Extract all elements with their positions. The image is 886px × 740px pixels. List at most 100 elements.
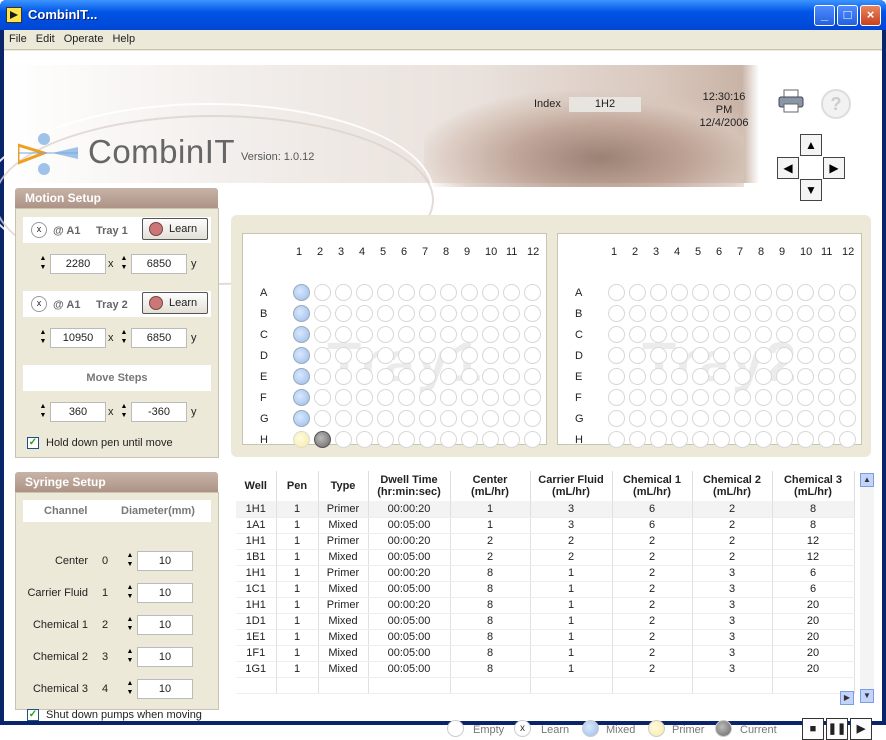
stop-button[interactable]: ■ bbox=[802, 718, 824, 740]
table-row[interactable]: 1H1 1 Primer 00:00:20 8 1 2 3 20 bbox=[236, 597, 855, 614]
syringe-diameter-field[interactable]: 10 bbox=[137, 551, 193, 571]
table-row[interactable]: 1H1 1 Primer 00:00:20 2 2 2 2 12 bbox=[236, 533, 855, 550]
tray1-well-A11[interactable] bbox=[503, 284, 520, 301]
tray1-well-G8[interactable] bbox=[440, 410, 457, 427]
play-button[interactable]: ▶ bbox=[850, 718, 872, 740]
tray2-well-B4[interactable] bbox=[671, 305, 688, 322]
tray1-learn-button[interactable]: Learn bbox=[142, 218, 208, 240]
tray2-well-H6[interactable] bbox=[713, 431, 730, 448]
tray2-well-E1[interactable] bbox=[608, 368, 625, 385]
syringe-diameter-field[interactable]: 10 bbox=[137, 583, 193, 603]
tray2-well-F7[interactable] bbox=[734, 389, 751, 406]
tray1-well-G4[interactable] bbox=[356, 410, 373, 427]
table-scrollbar[interactable]: ▲ ▼ bbox=[860, 473, 874, 703]
tray2-well-H4[interactable] bbox=[671, 431, 688, 448]
tray2-well-D6[interactable] bbox=[713, 347, 730, 364]
tray1-well-F6[interactable] bbox=[398, 389, 415, 406]
tray2-well-C12[interactable] bbox=[839, 326, 856, 343]
tray1-well-E10[interactable] bbox=[482, 368, 499, 385]
tray1-well-E8[interactable] bbox=[440, 368, 457, 385]
tray1-well-C9[interactable] bbox=[461, 326, 478, 343]
tray1-well-F11[interactable] bbox=[503, 389, 520, 406]
tray1-well-H4[interactable] bbox=[356, 431, 373, 448]
syringe-diameter-spinner[interactable]: ▲ ▼ bbox=[125, 551, 135, 571]
tray2-well-E3[interactable] bbox=[650, 368, 667, 385]
tray1-x-field[interactable]: 2280 bbox=[50, 254, 106, 274]
scroll-right-button[interactable]: ▶ bbox=[840, 691, 854, 705]
shutdown-pumps-checkbox[interactable]: ✓ bbox=[27, 709, 39, 721]
tray2-well-C2[interactable] bbox=[629, 326, 646, 343]
tray1-well-G10[interactable] bbox=[482, 410, 499, 427]
tray1-well-E2[interactable] bbox=[314, 368, 331, 385]
tray2-well-A3[interactable] bbox=[650, 284, 667, 301]
tray1-well-F8[interactable] bbox=[440, 389, 457, 406]
tray1-well-C7[interactable] bbox=[419, 326, 436, 343]
tray2-well-C11[interactable] bbox=[818, 326, 835, 343]
tray2-well-F3[interactable] bbox=[650, 389, 667, 406]
tray1-well-B4[interactable] bbox=[356, 305, 373, 322]
tray2-well-F10[interactable] bbox=[797, 389, 814, 406]
tray1-well-H9[interactable] bbox=[461, 431, 478, 448]
tray2-well-C9[interactable] bbox=[776, 326, 793, 343]
tray2-well-G11[interactable] bbox=[818, 410, 835, 427]
help-icon[interactable]: ? bbox=[821, 89, 851, 119]
tray2-well-F12[interactable] bbox=[839, 389, 856, 406]
tray1-well-A2[interactable] bbox=[314, 284, 331, 301]
tray2-well-F11[interactable] bbox=[818, 389, 835, 406]
tray2-well-H10[interactable] bbox=[797, 431, 814, 448]
tray2-well-C4[interactable] bbox=[671, 326, 688, 343]
tray2-well-F4[interactable] bbox=[671, 389, 688, 406]
tray1-well-D12[interactable] bbox=[524, 347, 541, 364]
tray1-well-C6[interactable] bbox=[398, 326, 415, 343]
tray2-well-E4[interactable] bbox=[671, 368, 688, 385]
menu-help[interactable]: Help bbox=[107, 30, 139, 45]
syringe-diameter-spinner[interactable]: ▲ ▼ bbox=[125, 679, 135, 699]
tray2-well-H12[interactable] bbox=[839, 431, 856, 448]
tray2-well-A4[interactable] bbox=[671, 284, 688, 301]
tray1-well-G2[interactable] bbox=[314, 410, 331, 427]
menu-file[interactable]: File bbox=[4, 30, 31, 45]
table-row[interactable]: 1F1 1 Mixed 00:05:00 8 1 2 3 20 bbox=[236, 645, 855, 662]
tray1-well-H3[interactable] bbox=[335, 431, 352, 448]
arrow-down-button[interactable]: ▼ bbox=[800, 179, 822, 201]
minimize-button[interactable]: _ bbox=[814, 5, 835, 26]
tray2-well-C8[interactable] bbox=[755, 326, 772, 343]
tray2-well-A1[interactable] bbox=[608, 284, 625, 301]
tray1-well-B7[interactable] bbox=[419, 305, 436, 322]
steps-x-spinner[interactable]: ▲ ▼ bbox=[38, 402, 48, 422]
tray1-well-A4[interactable] bbox=[356, 284, 373, 301]
tray1-well-D4[interactable] bbox=[356, 347, 373, 364]
tray2-well-G6[interactable] bbox=[713, 410, 730, 427]
tray1-well-G6[interactable] bbox=[398, 410, 415, 427]
tray2-well-A8[interactable] bbox=[755, 284, 772, 301]
tray1-well-C3[interactable] bbox=[335, 326, 352, 343]
tray2-well-G7[interactable] bbox=[734, 410, 751, 427]
tray2-well-D8[interactable] bbox=[755, 347, 772, 364]
syringe-diameter-spinner[interactable]: ▲ ▼ bbox=[125, 615, 135, 635]
tray1-well-D9[interactable] bbox=[461, 347, 478, 364]
tray2-x-spinner[interactable]: ▲ ▼ bbox=[38, 328, 48, 348]
scroll-down-button[interactable]: ▼ bbox=[860, 689, 874, 703]
tray1-well-F7[interactable] bbox=[419, 389, 436, 406]
tray1-well-F5[interactable] bbox=[377, 389, 394, 406]
tray2-well-A7[interactable] bbox=[734, 284, 751, 301]
tray1-well-B2[interactable] bbox=[314, 305, 331, 322]
tray1-well-G12[interactable] bbox=[524, 410, 541, 427]
menu-edit[interactable]: Edit bbox=[31, 30, 59, 45]
tray1-well-F12[interactable] bbox=[524, 389, 541, 406]
tray1-well-D8[interactable] bbox=[440, 347, 457, 364]
pause-button[interactable]: ❚❚ bbox=[826, 718, 848, 740]
tray2-well-E12[interactable] bbox=[839, 368, 856, 385]
tray2-y-spinner[interactable]: ▲ ▼ bbox=[119, 328, 129, 348]
tray2-learn-button[interactable]: Learn bbox=[142, 292, 208, 314]
tray2-well-H9[interactable] bbox=[776, 431, 793, 448]
tray2-well-B2[interactable] bbox=[629, 305, 646, 322]
tray1-well-H1[interactable] bbox=[293, 431, 310, 448]
table-row[interactable]: 1A1 1 Mixed 00:05:00 1 3 6 2 8 bbox=[236, 517, 855, 534]
tray1-well-D2[interactable] bbox=[314, 347, 331, 364]
tray1-well-C4[interactable] bbox=[356, 326, 373, 343]
tray2-well-B1[interactable] bbox=[608, 305, 625, 322]
tray2-well-E11[interactable] bbox=[818, 368, 835, 385]
tray2-well-A5[interactable] bbox=[692, 284, 709, 301]
tray2-well-E2[interactable] bbox=[629, 368, 646, 385]
